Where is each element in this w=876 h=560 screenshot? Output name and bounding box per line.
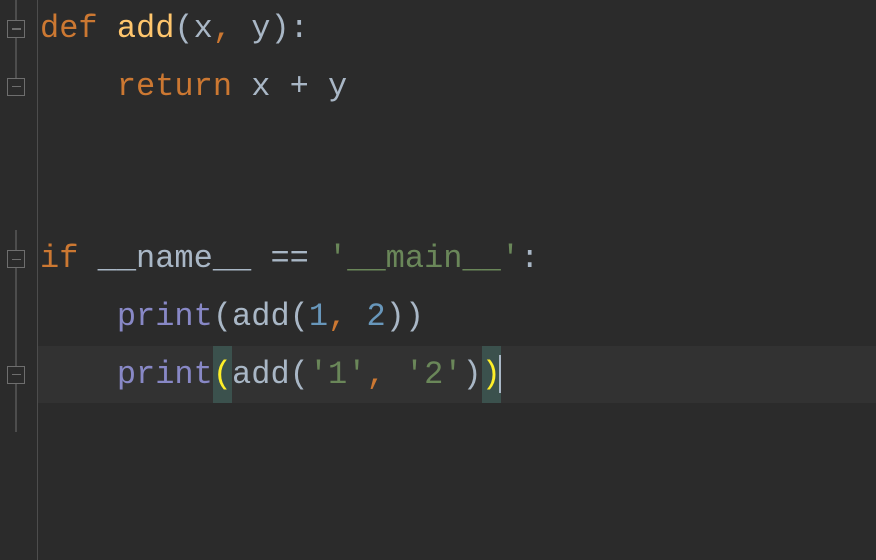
fold-marker-icon[interactable] <box>7 78 25 96</box>
code-token: '2' <box>405 346 463 404</box>
text-cursor <box>499 355 501 393</box>
code-token: )) <box>386 288 424 346</box>
code-token: add( <box>232 346 309 404</box>
code-token <box>40 346 117 404</box>
code-line[interactable] <box>38 115 876 173</box>
code-line[interactable]: print(add(1, 2)) <box>38 288 876 346</box>
code-token: if <box>40 230 98 288</box>
code-token: , <box>366 346 404 404</box>
code-token: '1' <box>309 346 367 404</box>
code-token: 2 <box>366 288 385 346</box>
code-token: 1 <box>309 288 328 346</box>
code-token <box>40 288 117 346</box>
code-token: , <box>213 0 251 58</box>
code-line[interactable]: def add(x, y): <box>38 0 876 58</box>
code-line[interactable] <box>38 173 876 231</box>
code-token: ( <box>213 346 232 404</box>
code-token: ) <box>462 346 481 404</box>
code-token: : <box>520 230 539 288</box>
code-line[interactable]: return x + y <box>38 58 876 116</box>
fold-marker-icon[interactable] <box>7 20 25 38</box>
code-token: return <box>117 58 251 116</box>
fold-marker-icon[interactable] <box>7 366 25 384</box>
code-token: __name__ == <box>98 230 328 288</box>
code-token: '__main__' <box>328 230 520 288</box>
code-token: (x <box>174 0 212 58</box>
code-token: (add( <box>213 288 309 346</box>
code-line[interactable]: print(add('1', '2')) <box>38 346 876 404</box>
code-token: print <box>117 346 213 404</box>
fold-marker-icon[interactable] <box>7 250 25 268</box>
code-token: def <box>40 0 117 58</box>
code-token <box>40 58 117 116</box>
code-token: , <box>328 288 366 346</box>
gutter <box>0 0 38 560</box>
code-token: y): <box>251 0 309 58</box>
code-editor[interactable]: def add(x, y): return x + y if __name__ =… <box>0 0 876 560</box>
code-area[interactable]: def add(x, y): return x + y if __name__ =… <box>38 0 876 560</box>
code-line[interactable]: if __name__ == '__main__': <box>38 230 876 288</box>
code-token: x + y <box>251 58 347 116</box>
code-token: add <box>117 0 175 58</box>
code-token: print <box>117 288 213 346</box>
